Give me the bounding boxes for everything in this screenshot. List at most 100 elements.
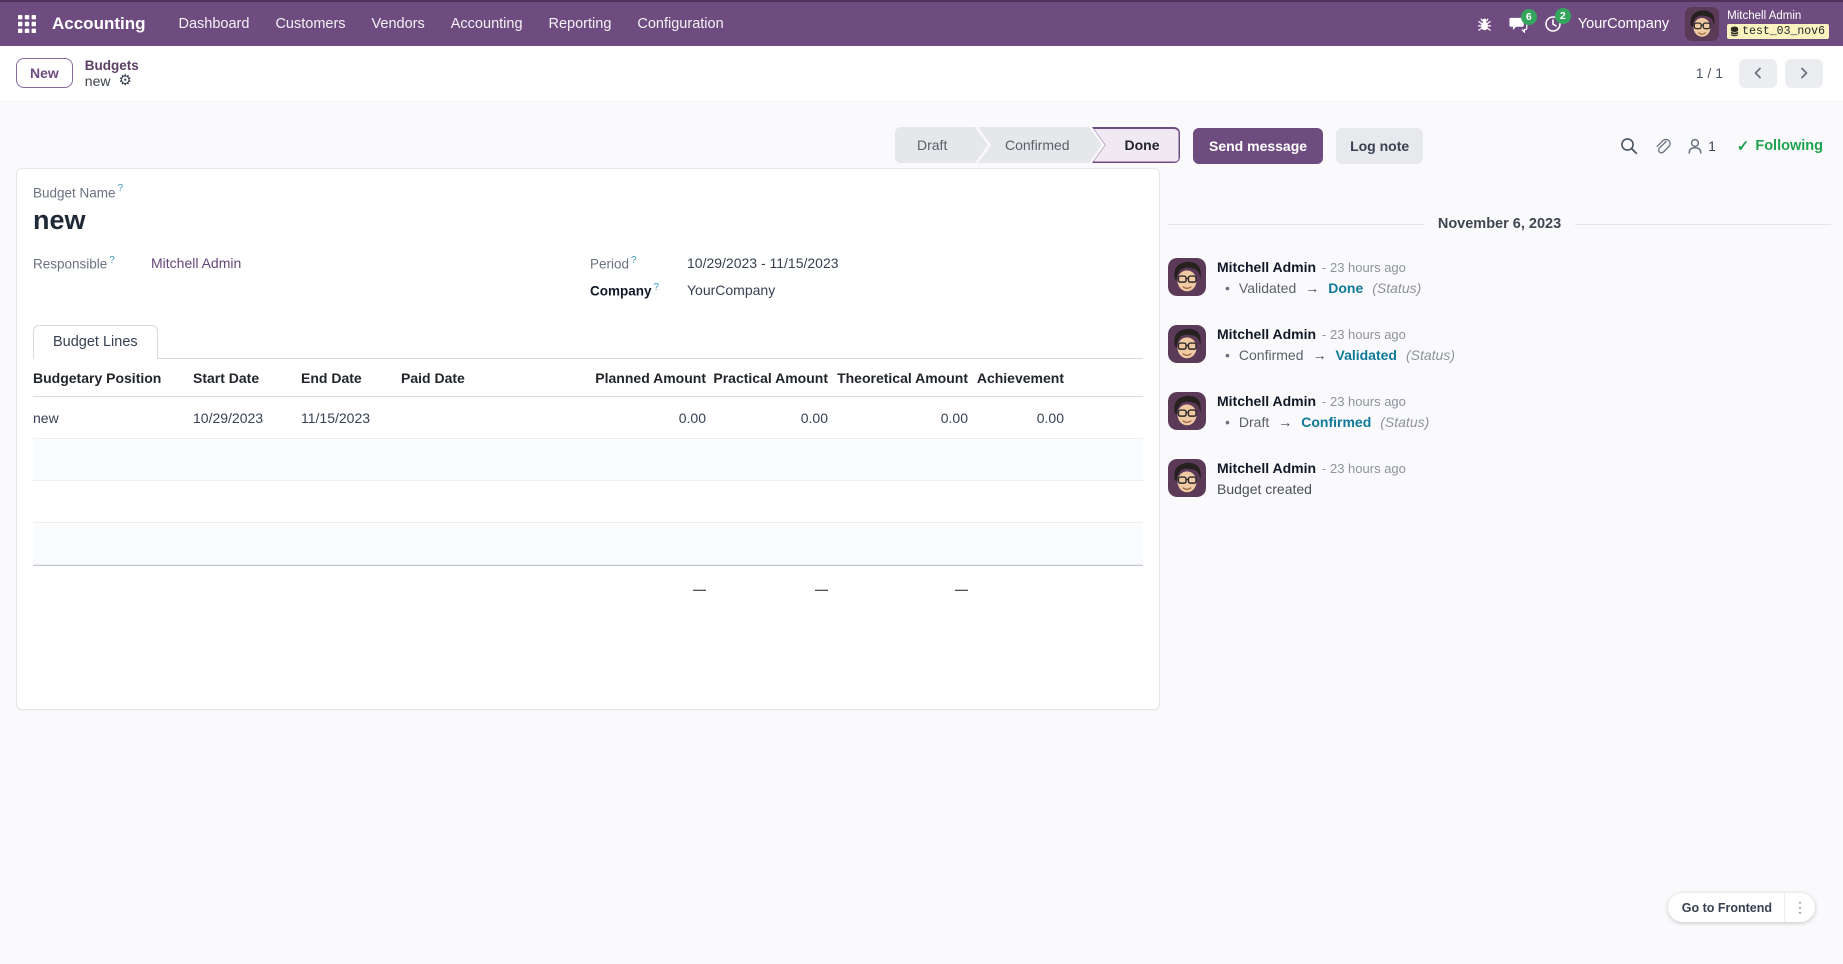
user-name: Mitchell Admin [1727,10,1801,23]
col-paid-date[interactable]: Paid Date [401,370,531,386]
budget-name-value[interactable]: new [33,205,1143,236]
message-author[interactable]: Mitchell Admin [1217,393,1316,409]
col-end-date[interactable]: End Date [301,370,401,386]
new-button[interactable]: New [16,58,73,88]
cell-theoretical-amount[interactable]: 0.00 [828,410,968,426]
statusbar: Draft Confirmed Done [895,127,1180,163]
chevron-left-icon [1752,66,1764,80]
tracking-new-value: Validated [1336,347,1397,363]
col-planned-amount[interactable]: Planned Amount [531,370,706,386]
search-icon [1620,137,1638,155]
message-body: Budget created [1217,481,1406,497]
responsible-label: Responsible? [33,255,151,272]
debug-bug-button[interactable] [1476,16,1493,33]
message-avatar[interactable] [1168,325,1206,363]
message: Mitchell Admin - 23 hours ago Budget cre… [1168,459,1831,497]
message-list: Mitchell Admin - 23 hours ago • Validate… [1168,258,1831,497]
message-author[interactable]: Mitchell Admin [1217,326,1316,342]
arrow-right-icon: → [1278,414,1292,430]
bullet: • [1225,347,1230,363]
period-label: Period? [590,255,687,272]
cell-end-date[interactable]: 11/15/2023 [301,410,401,426]
company-value[interactable]: YourCompany [687,282,775,298]
frontend-switcher: Go to Frontend ⋮ [1668,893,1815,922]
totals-row: — — — [33,565,1143,613]
status-step-draft[interactable]: Draft [895,127,988,163]
pager-count: 1 / 1 [1696,65,1723,81]
user-meta: Mitchell Admin test_03_nov6 [1727,10,1829,39]
app-name[interactable]: Accounting [52,14,146,34]
pager-next-button[interactable] [1785,59,1823,88]
budget-line-row[interactable]: new 10/29/2023 11/15/2023 0.00 0.00 0.00… [33,397,1143,439]
following-toggle[interactable]: ✓ Following [1737,137,1823,155]
menu-dashboard[interactable]: Dashboard [168,10,261,38]
form-sheet: Budget Name? new Responsible? Mitchell A… [16,168,1160,710]
message: Mitchell Admin - 23 hours ago • Draft → … [1168,392,1831,430]
status-step-done[interactable]: Done [1092,127,1180,163]
message-avatar[interactable] [1168,392,1206,430]
message-time: - 23 hours ago [1322,461,1406,476]
cell-start-date[interactable]: 10/29/2023 [193,410,301,426]
col-budgetary-position[interactable]: Budgetary Position [33,370,193,386]
cell-planned-amount[interactable]: 0.00 [531,410,706,426]
cell-practical-amount[interactable]: 0.00 [706,410,828,426]
cell-budgetary-position[interactable]: new [33,410,193,426]
go-to-frontend-button[interactable]: Go to Frontend [1668,893,1784,922]
messages-button[interactable]: 6 [1509,16,1528,33]
menu-accounting[interactable]: Accounting [440,10,534,38]
main-menu: Dashboard Customers Vendors Accounting R… [168,10,735,38]
menu-customers[interactable]: Customers [264,10,356,38]
tracking-value: • Draft → Confirmed (Status) [1217,414,1429,430]
menu-vendors[interactable]: Vendors [361,10,436,38]
col-achievement[interactable]: Achievement [968,370,1064,386]
log-note-button[interactable]: Log note [1336,128,1423,164]
paperclip-icon [1653,137,1671,155]
message-avatar[interactable] [1168,258,1206,296]
bug-icon [1476,16,1493,33]
period-value[interactable]: 10/29/2023 - 11/15/2023 [687,255,839,271]
message: Mitchell Admin - 23 hours ago • Validate… [1168,258,1831,296]
apps-menu-button[interactable] [10,7,44,41]
menu-reporting[interactable]: Reporting [538,10,623,38]
message-avatar[interactable] [1168,459,1206,497]
menu-configuration[interactable]: Configuration [626,10,734,38]
tracking-new-value: Confirmed [1301,414,1371,430]
tracking-value: • Confirmed → Validated (Status) [1217,347,1455,363]
tracking-field: (Status) [1372,280,1421,296]
help-icon: ? [109,255,115,266]
field-group: Responsible? Mitchell Admin Period? 10/2… [33,255,1143,298]
kebab-menu-icon[interactable]: ⋮ [1785,893,1815,922]
budget-lines-header-row: Budgetary Position Start Date End Date P… [33,359,1143,397]
message-time: - 23 hours ago [1322,327,1406,342]
check-icon: ✓ [1737,137,1750,155]
activities-button[interactable]: 2 [1544,15,1562,33]
gear-icon[interactable]: ⚙ [118,73,131,88]
tab-budget-lines[interactable]: Budget Lines [33,325,158,359]
message-author[interactable]: Mitchell Admin [1217,460,1316,476]
responsible-value-link[interactable]: Mitchell Admin [151,255,241,271]
help-icon: ? [631,255,637,266]
pager-previous-button[interactable] [1739,59,1777,88]
tracking-old-value: Validated [1239,280,1296,296]
col-practical-amount[interactable]: Practical Amount [706,370,828,386]
search-messages-button[interactable] [1620,137,1638,155]
cell-achievement[interactable]: 0.00 [968,410,1064,426]
company-switcher[interactable]: YourCompany [1578,16,1669,32]
arrow-right-icon: → [1313,347,1327,363]
attach-files-button[interactable] [1653,137,1671,155]
help-icon: ? [654,282,660,293]
budget-name-label: Budget Name [33,185,116,200]
database-icon [1730,26,1739,37]
send-message-button[interactable]: Send message [1193,128,1323,164]
followers-button[interactable]: 1 [1686,137,1716,155]
activities-badge: 2 [1555,8,1571,24]
breadcrumb-budgets-link[interactable]: Budgets [85,58,139,73]
col-start-date[interactable]: Start Date [193,370,301,386]
status-step-confirmed[interactable]: Confirmed [978,127,1102,163]
message: Mitchell Admin - 23 hours ago • Confirme… [1168,325,1831,363]
user-menu[interactable]: Mitchell Admin test_03_nov6 [1685,7,1829,41]
message-author[interactable]: Mitchell Admin [1217,259,1316,275]
empty-row [33,481,1143,523]
message-time: - 23 hours ago [1322,260,1406,275]
col-theoretical-amount[interactable]: Theoretical Amount [828,370,968,386]
